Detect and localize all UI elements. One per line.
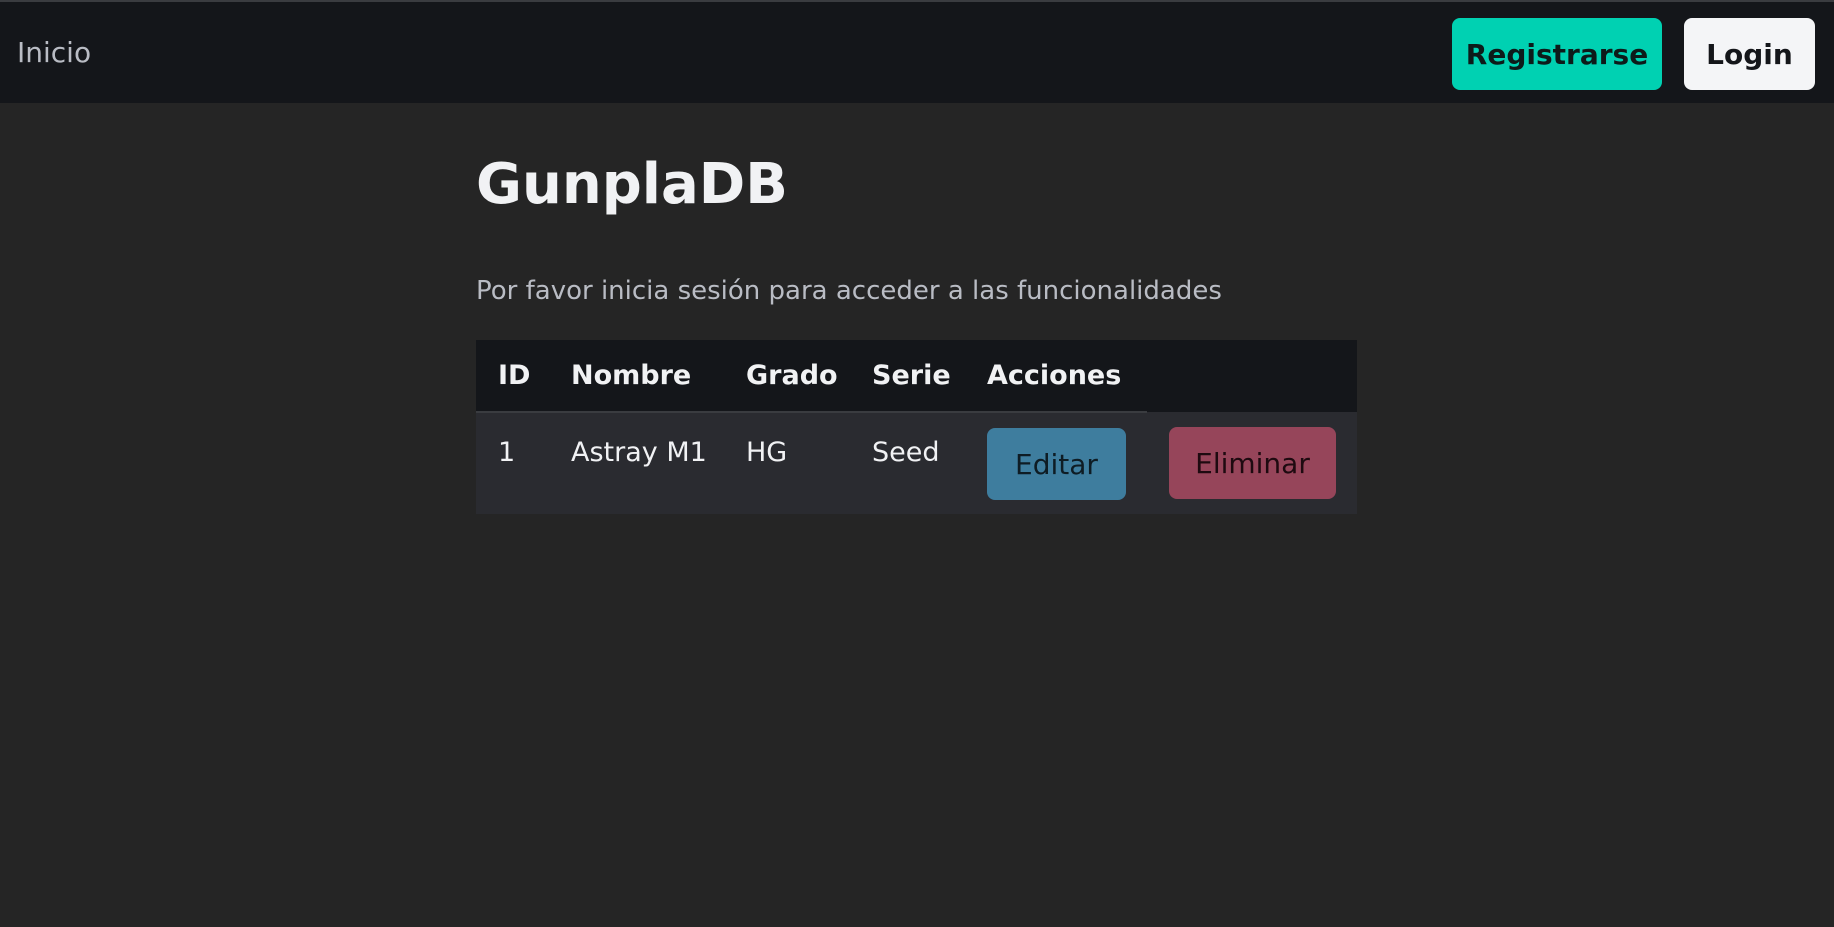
- cell-edit: Editar: [965, 412, 1147, 514]
- table-header-row: ID Nombre Grado Serie Acciones: [476, 340, 1357, 413]
- cell-serie: Seed: [872, 437, 940, 468]
- register-button[interactable]: Registrarse: [1452, 18, 1662, 90]
- table-row: 1 Astray M1 HG Seed Editar Eliminar: [476, 412, 1357, 514]
- cell-grado: HG: [746, 437, 788, 468]
- gunpla-table: ID Nombre Grado Serie Acciones 1 Astray …: [476, 340, 1357, 514]
- cell-nombre: Astray M1: [571, 437, 707, 468]
- header-acciones: Acciones: [965, 340, 1147, 413]
- header-serie: Serie: [850, 340, 965, 413]
- delete-button[interactable]: Eliminar: [1169, 427, 1336, 499]
- header-blank: [1147, 340, 1357, 412]
- header-id: ID: [476, 340, 549, 413]
- login-prompt: Por favor inicia sesión para acceder a l…: [476, 276, 1222, 306]
- login-button[interactable]: Login: [1684, 18, 1815, 90]
- edit-button[interactable]: Editar: [987, 428, 1126, 500]
- header-grado: Grado: [724, 340, 850, 413]
- cell-id: 1: [498, 437, 516, 468]
- cell-delete: Eliminar: [1147, 412, 1357, 514]
- nav-home-link[interactable]: Inicio: [17, 35, 91, 71]
- page-title: GunplaDB: [476, 152, 788, 217]
- navbar: Inicio Registrarse Login: [0, 0, 1834, 103]
- header-nombre: Nombre: [549, 340, 724, 413]
